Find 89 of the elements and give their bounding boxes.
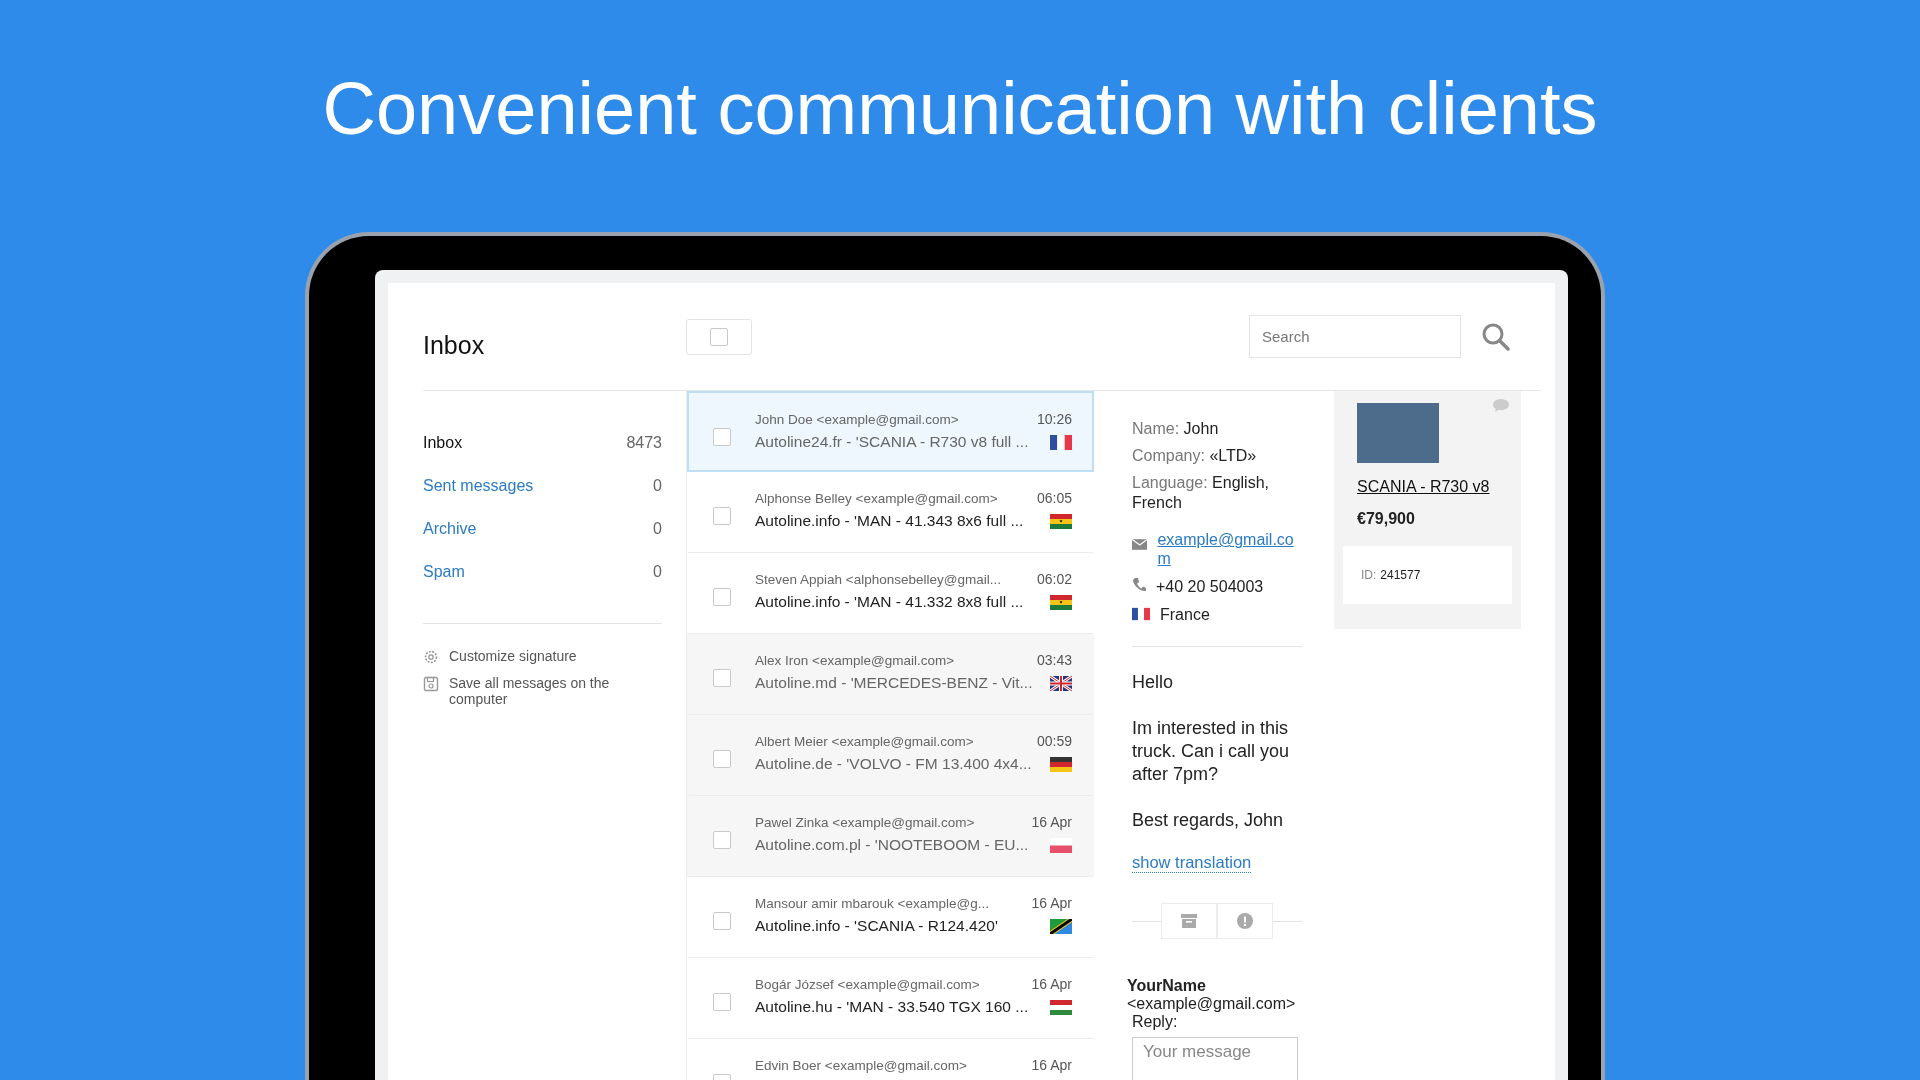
contact-field: Company: «LTD»: [1132, 445, 1302, 467]
message-subject: Autoline.info - 'MAN - 41.343 8x6 full ...: [755, 512, 1024, 530]
folder-link[interactable]: Sent messages: [423, 476, 534, 495]
search-field[interactable]: Search: [1249, 315, 1461, 358]
reply-sender-email: <example@gmail.com>: [1127, 995, 1297, 1014]
contact-phone: +40 20 504003: [1156, 576, 1264, 597]
checkbox[interactable]: [713, 993, 731, 1011]
message-sender: Mansour amir mbarouk <example@g...: [755, 895, 989, 911]
message-text: Best regards, John: [1132, 808, 1285, 832]
flag-icon: [1050, 434, 1072, 450]
message-time: 06:02: [1036, 571, 1072, 587]
product-price: €79,900: [1357, 510, 1416, 528]
flag-icon: [1050, 918, 1072, 934]
chat-bubble-icon[interactable]: [1493, 399, 1509, 412]
folder-link[interactable]: Inbox: [423, 433, 463, 452]
flag-icon: [1050, 756, 1072, 772]
reply-field[interactable]: Your message: [1132, 1037, 1298, 1080]
tool-link[interactable]: Customize signature: [449, 648, 577, 664]
message-row[interactable]: Alex Iron <example@gmail.com> 03:43 Autoline.md - 'MERCEDES-BENZ - Vit...: [687, 634, 1094, 715]
checkbox[interactable]: [713, 750, 731, 768]
message-time: 16 Apr: [1031, 895, 1072, 911]
message-subject: Autoline24.fr - 'SCANIA - R730 v8 full ...: [755, 433, 1029, 451]
message-sender: Pawel Zinka <example@gmail.com>: [755, 814, 975, 830]
folder-count: 0: [653, 476, 662, 495]
message-subject: Autoline.md - 'MERCEDES-BENZ - Vit...: [755, 674, 1033, 692]
folder-count: 0: [653, 562, 662, 581]
checkbox[interactable]: [713, 831, 731, 849]
message-sender: Bogár József <example@gmail.com>: [755, 976, 980, 992]
message-time: 10:26: [1036, 411, 1072, 427]
message-row[interactable]: Albert Meier <example@gmail.com> 00:59 Autoline.de - 'VOLVO - FM 13.400 4x4...: [687, 715, 1094, 796]
flag-icon: [1132, 607, 1150, 622]
message-time: 16 Apr: [1031, 1057, 1072, 1073]
id-label: ID:: [1361, 568, 1377, 582]
phone-icon: [1132, 576, 1146, 593]
message-subject: Autoline.hu - 'MAN - 33.540 TGX 160 ...: [755, 998, 1029, 1016]
message-subject: Autoline.info - 'MAN - 41.332 8x8 full ...: [755, 593, 1024, 611]
message-time: 16 Apr: [1031, 976, 1072, 992]
contact-field: Language: English, French: [1132, 472, 1302, 515]
reply-sender-name: YourName: [1127, 977, 1207, 996]
message-time: 03:43: [1036, 652, 1072, 668]
product-link[interactable]: SCANIA - R730 v8: [1357, 478, 1512, 496]
checkbox[interactable]: [713, 507, 731, 525]
message-sender: Steven Appiah <alphonsebelley@gmail...: [755, 571, 1001, 587]
archive-button[interactable]: [1161, 903, 1217, 940]
headline: Convenient communication with clients: [322, 68, 1598, 150]
message-row[interactable]: Pawel Zinka <example@gmail.com> 16 Apr Autoline.com.pl - 'NOOTEBOOM - EU...: [687, 796, 1094, 877]
folder-link[interactable]: Archive: [423, 519, 477, 538]
message-subject: Autoline.com.pl - 'NOOTEBOOM - EU...: [755, 836, 1029, 854]
message-sender: John Doe <example@gmail.com>: [755, 411, 959, 427]
reply-label: Reply:: [1132, 1013, 1179, 1032]
email-link[interactable]: example@gmail.com: [1157, 530, 1302, 569]
tool-link[interactable]: Save all messages on the computer: [449, 675, 662, 707]
product-id: 241577: [1380, 568, 1421, 582]
folder-link[interactable]: Spam: [423, 562, 465, 581]
archive-icon: [1181, 914, 1197, 929]
message-sender: Alphonse Belley <example@gmail.com>: [755, 490, 998, 506]
folder-count: 8473: [626, 433, 662, 452]
checkbox[interactable]: [713, 428, 731, 446]
inbox-title: Inbox: [423, 331, 486, 360]
folder-count: 0: [653, 519, 662, 538]
envelope-icon: [1132, 536, 1148, 553]
flag-icon: [1050, 837, 1072, 853]
message-row[interactable]: John Doe <example@gmail.com> 10:26 Autoline24.fr - 'SCANIA - R730 v8 full ...: [687, 391, 1094, 472]
flag-icon: [1050, 675, 1072, 691]
message-sender: Alex Iron <example@gmail.com>: [755, 652, 955, 668]
checkbox[interactable]: [710, 327, 728, 346]
message-text: Hello: [1132, 671, 1175, 695]
contact-country: France: [1160, 605, 1210, 626]
checkbox[interactable]: [713, 669, 731, 687]
gear-icon[interactable]: [423, 649, 439, 665]
flag-icon: [1050, 999, 1072, 1015]
checkbox[interactable]: [713, 912, 731, 930]
flag-icon: [1050, 594, 1072, 610]
select-all-button[interactable]: [686, 318, 752, 355]
message-time: 06:05: [1036, 490, 1072, 506]
message-text: Im interested in this truck. Can i call you after 7pm?: [1132, 716, 1291, 787]
exclamation-icon: [1237, 913, 1253, 930]
message-sender: Albert Meier <example@gmail.com>: [755, 733, 974, 749]
search-icon[interactable]: [1481, 321, 1511, 352]
translation-link[interactable]: show translation: [1132, 853, 1252, 874]
message-time: 00:59: [1036, 733, 1072, 749]
spam-button[interactable]: [1217, 903, 1273, 940]
message-subject: Autoline.info - 'SCANIA - R124.420': [755, 917, 998, 935]
message-subject: Autoline.de - 'VOLVO - FM 13.400 4x4...: [755, 755, 1032, 773]
contact-field: Name: John: [1132, 419, 1302, 440]
flag-icon: [1050, 513, 1072, 529]
checkbox[interactable]: [713, 588, 731, 606]
message-sender: Edvin Boer <example@gmail.com>: [755, 1057, 967, 1073]
message-time: 16 Apr: [1031, 814, 1072, 830]
